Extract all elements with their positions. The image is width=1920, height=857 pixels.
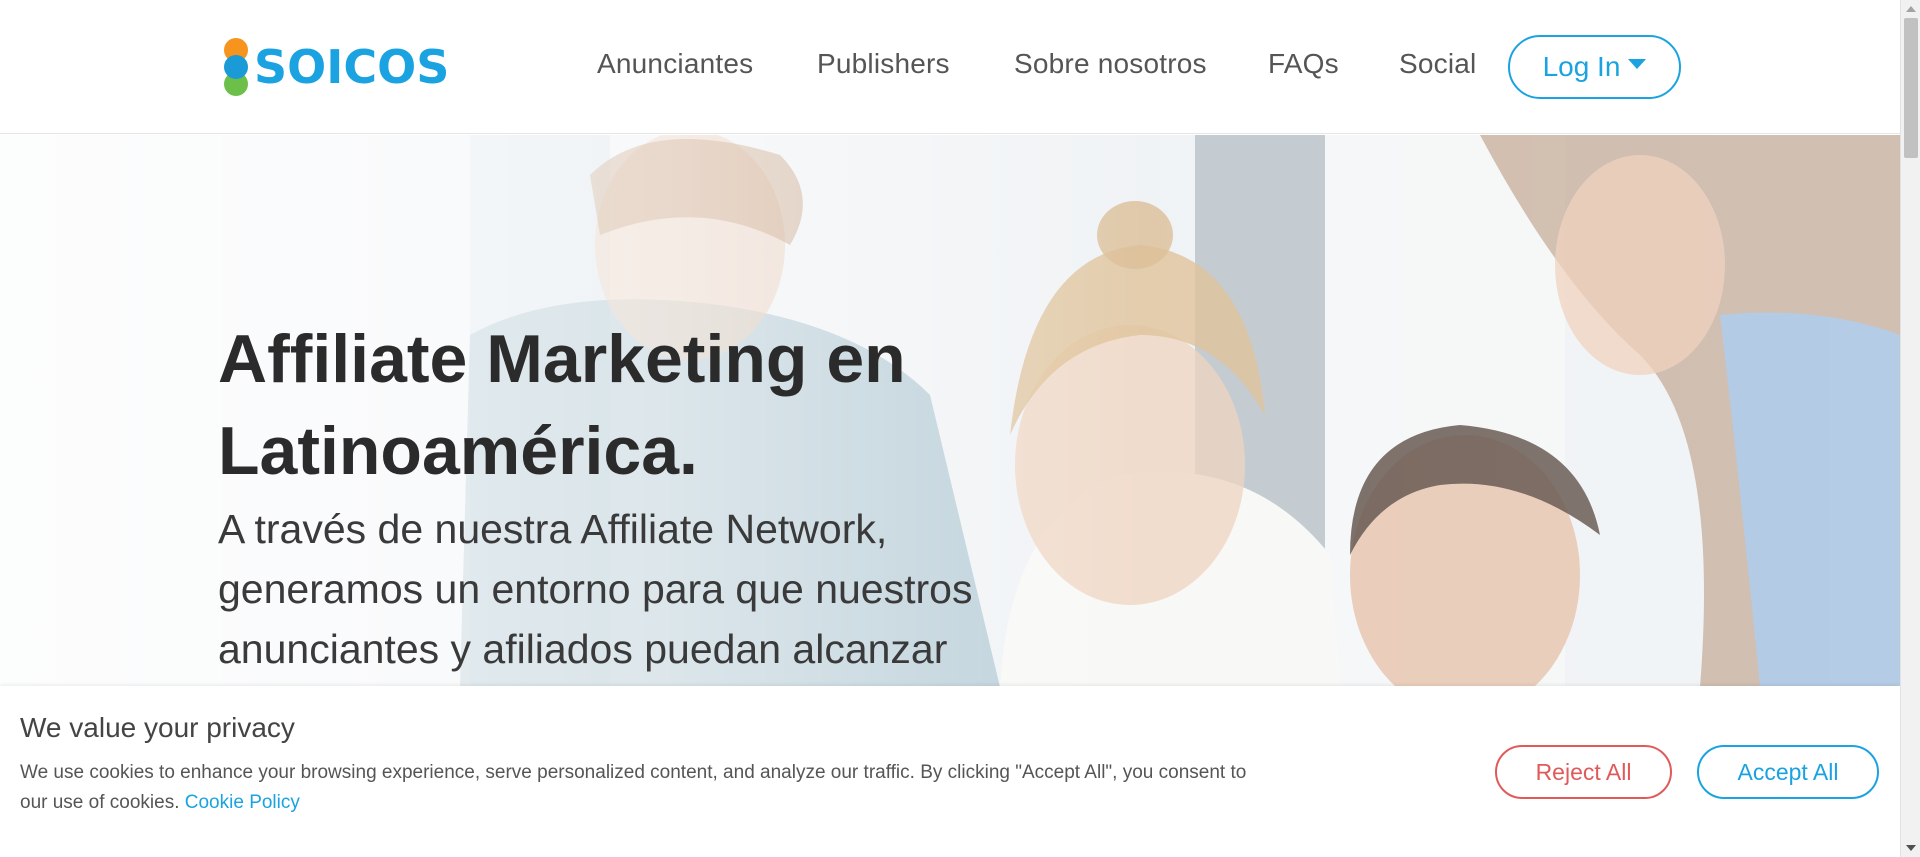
- nav-anunciantes[interactable]: Anunciantes: [597, 48, 753, 80]
- cookie-policy-link[interactable]: Cookie Policy: [185, 792, 300, 813]
- nav-social[interactable]: Social: [1399, 48, 1476, 80]
- site-header: SOICOS Anunciantes Publishers Sobre noso…: [0, 0, 1900, 134]
- login-button[interactable]: Log In: [1508, 35, 1681, 99]
- nav-faqs[interactable]: FAQs: [1268, 48, 1339, 80]
- scroll-up-icon[interactable]: [1906, 6, 1916, 12]
- caret-down-icon: [1628, 59, 1647, 69]
- cookie-text: We use cookies to enhance your browsing …: [20, 758, 1265, 818]
- page-scrollbar[interactable]: [1900, 0, 1920, 857]
- scroll-thumb[interactable]: [1904, 18, 1918, 158]
- logo-mark-icon: [222, 36, 250, 98]
- hero-section: Affiliate Marketing en Latinoamérica. A …: [0, 135, 1900, 687]
- cookie-title: We value your privacy: [20, 712, 295, 743]
- cookie-banner: We value your privacy We use cookies to …: [0, 686, 1900, 857]
- logo-text: SOICOS: [254, 40, 450, 94]
- hero-title: Affiliate Marketing en Latinoamérica.: [218, 321, 906, 489]
- scroll-down-icon[interactable]: [1906, 845, 1916, 851]
- hero-subtitle: A través de nuestra Affiliate Network, g…: [218, 506, 973, 672]
- accept-all-button[interactable]: Accept All: [1697, 745, 1879, 799]
- nav-publishers[interactable]: Publishers: [817, 48, 950, 80]
- logo[interactable]: SOICOS: [222, 36, 452, 98]
- login-label: Log In: [1542, 51, 1621, 82]
- nav-sobre-nosotros[interactable]: Sobre nosotros: [1014, 48, 1207, 80]
- reject-all-button[interactable]: Reject All: [1495, 745, 1672, 799]
